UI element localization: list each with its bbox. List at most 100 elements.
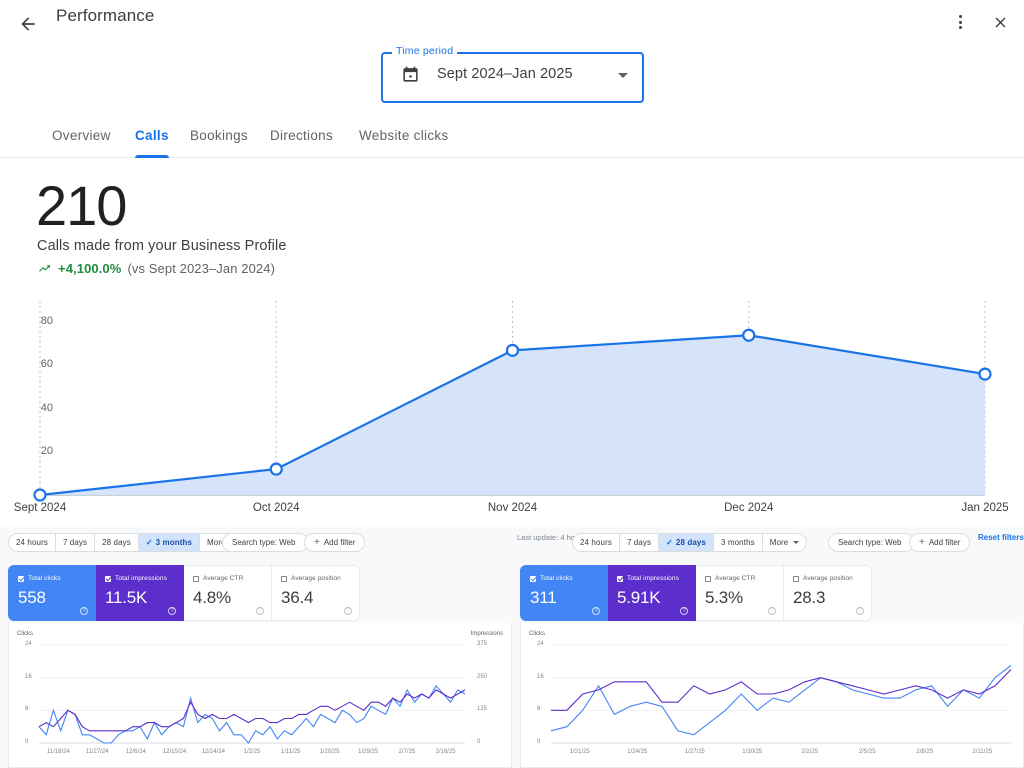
- x-axis-tick: 2/5/25: [858, 749, 876, 755]
- tab-directions[interactable]: Directions: [270, 118, 333, 158]
- right-axis-title: Impressions: [470, 631, 503, 637]
- checkbox-icon[interactable]: [793, 575, 799, 582]
- metric-delta-value: +4,100.0%: [58, 261, 122, 276]
- series-line-clicks: [38, 684, 466, 744]
- metric-card-average-position[interactable]: Average position 36.4?: [272, 565, 360, 621]
- chart-data-point[interactable]: [33, 488, 47, 502]
- range-chip-label: More: [769, 538, 789, 547]
- gsc-performance-chart[interactable]: Clicks Impressions 24 16 8 0 375 250 125 0 11/18/2…: [8, 623, 512, 768]
- checkbox-icon[interactable]: [18, 575, 24, 582]
- chevron-down-icon: [793, 541, 800, 544]
- metric-card-total-impressions[interactable]: Total impressions 11.5K?: [96, 565, 184, 621]
- metric-card-name: Total clicks: [18, 575, 61, 582]
- tab-active-indicator: [135, 155, 169, 158]
- range-chip-3-months[interactable]: ✓ 3 months: [138, 534, 201, 551]
- metric-card-label: Total clicks: [540, 575, 573, 582]
- search-console-panel-left: 24 hours 7 days 28 days ✓ 3 months More Search…: [0, 527, 512, 768]
- add-filter-button[interactable]: + Add filter: [304, 533, 366, 552]
- chart-data-point[interactable]: [978, 367, 992, 381]
- left-y-tick: 16: [25, 673, 32, 680]
- calls-area-chart[interactable]: 20 40 60 80 Sept 2024 Oct 2024 Nov 2024 Dec 202…: [0, 295, 1024, 527]
- tab-bar: Overview Calls Bookings Directions Website c…: [0, 118, 1024, 158]
- help-icon[interactable]: ?: [592, 607, 600, 615]
- metric-card-average-ctr[interactable]: Average CTR 5.3%?: [696, 565, 784, 621]
- range-chip-28-days[interactable]: ✓ 28 days: [659, 534, 714, 551]
- back-button[interactable]: [8, 4, 48, 44]
- metric-card-average-position[interactable]: Average position 28.3?: [784, 565, 872, 621]
- metric-card-name: Total clicks: [530, 575, 573, 582]
- metric-card-average-ctr[interactable]: Average CTR 4.8%?: [184, 565, 272, 621]
- search-type-label: Search type: Web: [838, 538, 902, 547]
- metric-card-value: 28.3: [793, 588, 826, 607]
- left-y-tick: 24: [25, 641, 32, 647]
- help-icon[interactable]: ?: [680, 607, 688, 615]
- chart-data-point[interactable]: [742, 328, 756, 342]
- y-axis-tick: 80: [40, 315, 53, 328]
- x-axis-tick: 1/21/25: [569, 749, 590, 755]
- metric-card-label: Total clicks: [28, 575, 61, 582]
- gsc-performance-chart[interactable]: Clicks 24 16 8 0 1/21/25 1/24/25 1/27/25 1/30/25…: [520, 623, 1024, 768]
- y-axis-tick: 40: [40, 401, 53, 414]
- gsc-metric-cards: Total clicks 311? Total impressions 5.91K? A…: [520, 565, 872, 621]
- search-type-filter[interactable]: Search type: Web: [828, 533, 916, 552]
- help-icon[interactable]: ?: [80, 607, 88, 615]
- help-icon[interactable]: ?: [168, 607, 176, 615]
- range-chip-7-days[interactable]: 7 days: [620, 534, 660, 551]
- checkbox-icon[interactable]: [281, 575, 287, 582]
- tab-calls[interactable]: Calls: [135, 118, 169, 158]
- metric-card-total-clicks[interactable]: Total clicks 558?: [8, 565, 96, 621]
- range-chip-3-months[interactable]: 3 months: [714, 534, 763, 551]
- reset-filters-link[interactable]: Reset filters: [978, 533, 1024, 542]
- checkbox-icon[interactable]: [705, 575, 711, 582]
- metric-card-total-clicks[interactable]: Total clicks 311?: [520, 565, 608, 621]
- more-options-button[interactable]: [942, 4, 978, 40]
- help-icon[interactable]: ?: [768, 607, 776, 615]
- date-range-chip-group: 24 hours 7 days 28 days ✓ 3 months More: [8, 533, 245, 552]
- plus-icon: +: [919, 537, 925, 548]
- help-icon[interactable]: ?: [344, 607, 352, 615]
- checkbox-icon[interactable]: [193, 575, 199, 582]
- checkbox-icon[interactable]: [530, 575, 536, 582]
- search-type-filter[interactable]: Search type: Web: [222, 533, 310, 552]
- tab-label: Calls: [135, 128, 169, 143]
- chart-data-point[interactable]: [269, 462, 283, 476]
- metric-card-label: Total impressions: [627, 575, 679, 582]
- chart-data-point[interactable]: [505, 343, 520, 357]
- range-chip-7-days[interactable]: 7 days: [56, 534, 96, 551]
- gsc-toolbar: 24 hours 7 days 28 days ✓ 3 months More Search…: [0, 527, 512, 557]
- search-console-panel-right: Last update: 4 hours a 24 hours 7 days ✓ 28 …: [512, 527, 1024, 768]
- metric-card-value: 558: [18, 588, 46, 607]
- x-axis-tick: Sept 2024: [13, 502, 67, 514]
- tab-website-clicks[interactable]: Website clicks: [359, 118, 448, 158]
- check-icon: ✓: [666, 538, 673, 547]
- add-filter-button[interactable]: + Add filter: [909, 533, 971, 552]
- chevron-down-icon[interactable]: [618, 73, 628, 78]
- close-button[interactable]: [982, 4, 1018, 40]
- help-icon[interactable]: ?: [856, 607, 864, 615]
- right-y-tick: 125: [477, 706, 488, 713]
- series-line-impressions: [551, 669, 1012, 711]
- x-axis-tick: 1/30/25: [742, 749, 763, 755]
- time-period-selector[interactable]: Time period Sept 2024–Jan 2025: [381, 45, 644, 103]
- x-axis-tick: 1/11/25: [280, 749, 301, 755]
- x-axis-tick: 11/27/24: [85, 749, 109, 755]
- checkbox-icon[interactable]: [617, 575, 623, 582]
- x-axis-tick: Dec 2024: [724, 502, 774, 514]
- help-icon[interactable]: ?: [256, 607, 264, 615]
- metric-card-total-impressions[interactable]: Total impressions 5.91K?: [608, 565, 696, 621]
- range-chip-more[interactable]: More: [763, 534, 807, 551]
- range-chip-label: 7 days: [62, 538, 88, 547]
- range-chip-24-hours[interactable]: 24 hours: [9, 534, 56, 551]
- page-title: Performance: [56, 6, 155, 25]
- tab-overview[interactable]: Overview: [52, 118, 111, 158]
- x-axis-tick: 12/6/24: [125, 749, 146, 755]
- trending-up-icon: [39, 265, 50, 272]
- range-chip-24-hours[interactable]: 24 hours: [573, 534, 620, 551]
- tab-bookings[interactable]: Bookings: [190, 118, 248, 158]
- checkbox-icon[interactable]: [105, 575, 111, 582]
- x-axis-tick: 1/20/25: [319, 749, 340, 755]
- gsc-chart-svg: [38, 644, 466, 744]
- metric-label: Calls made from your Business Profile: [37, 238, 287, 254]
- range-chip-28-days[interactable]: 28 days: [95, 534, 139, 551]
- x-axis-tick: 2/16/25: [435, 749, 456, 755]
